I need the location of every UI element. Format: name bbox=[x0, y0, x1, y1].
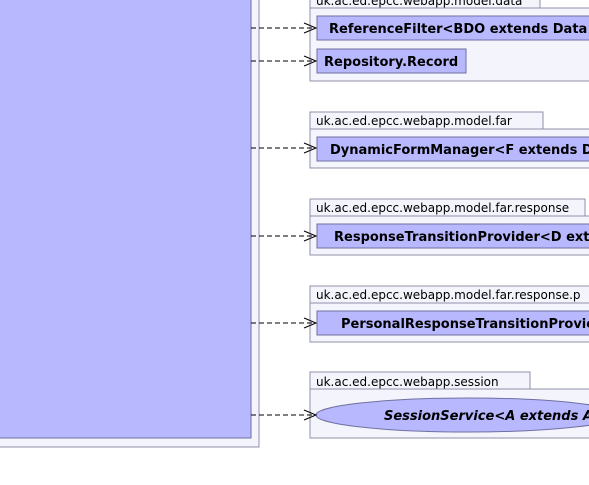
dependency-arrows bbox=[251, 28, 316, 415]
class-repository-record[interactable]: Repository.Record bbox=[316, 48, 467, 74]
package-model-far-response-personal: uk.ac.ed.epcc.webapp.model.far.response.… bbox=[309, 285, 589, 343]
class-label: DynamicFormManager<F extends D bbox=[330, 143, 589, 158]
package-session: uk.ac.ed.epcc.webapp.session SessionServ… bbox=[309, 371, 589, 439]
package-name: uk.ac.ed.epcc.webapp.model.far.response.… bbox=[316, 288, 581, 302]
class-response-transition-provider[interactable]: ResponseTransitionProvider<D ext bbox=[316, 223, 589, 249]
package-name: uk.ac.ed.epcc.webapp.model.far bbox=[316, 114, 512, 128]
interface-label: SessionService<A extends A bbox=[384, 409, 589, 424]
package-model-data: uk.ac.ed.epcc.webapp.model.data Referenc… bbox=[309, 0, 589, 82]
class-reference-filter[interactable]: ReferenceFilter<BDO extends Data bbox=[316, 15, 589, 41]
class-label: Repository.Record bbox=[324, 55, 458, 70]
class-label: PersonalResponseTransitionProvic bbox=[341, 317, 589, 332]
uml-diagram: uk.ac.ed.epcc.webapp.model.data Referenc… bbox=[0, 0, 589, 448]
package-name: uk.ac.ed.epcc.webapp.model.far.response bbox=[316, 201, 569, 215]
source-class-box bbox=[0, 0, 252, 439]
package-model-far-response: uk.ac.ed.epcc.webapp.model.far.response … bbox=[309, 198, 589, 256]
package-model-far: uk.ac.ed.epcc.webapp.model.far DynamicFo… bbox=[309, 111, 589, 169]
class-label: ReferenceFilter<BDO extends Data bbox=[329, 22, 587, 37]
class-label: ResponseTransitionProvider<D ext bbox=[334, 230, 589, 245]
package-name: uk.ac.ed.epcc.webapp.model.data bbox=[316, 0, 522, 8]
interface-session-service[interactable]: SessionService<A extends A bbox=[315, 397, 589, 433]
class-dynamic-form-manager[interactable]: DynamicFormManager<F extends D bbox=[316, 136, 589, 162]
class-personal-response-transition-provider[interactable]: PersonalResponseTransitionProvic bbox=[316, 310, 589, 336]
package-name: uk.ac.ed.epcc.webapp.session bbox=[316, 375, 499, 389]
